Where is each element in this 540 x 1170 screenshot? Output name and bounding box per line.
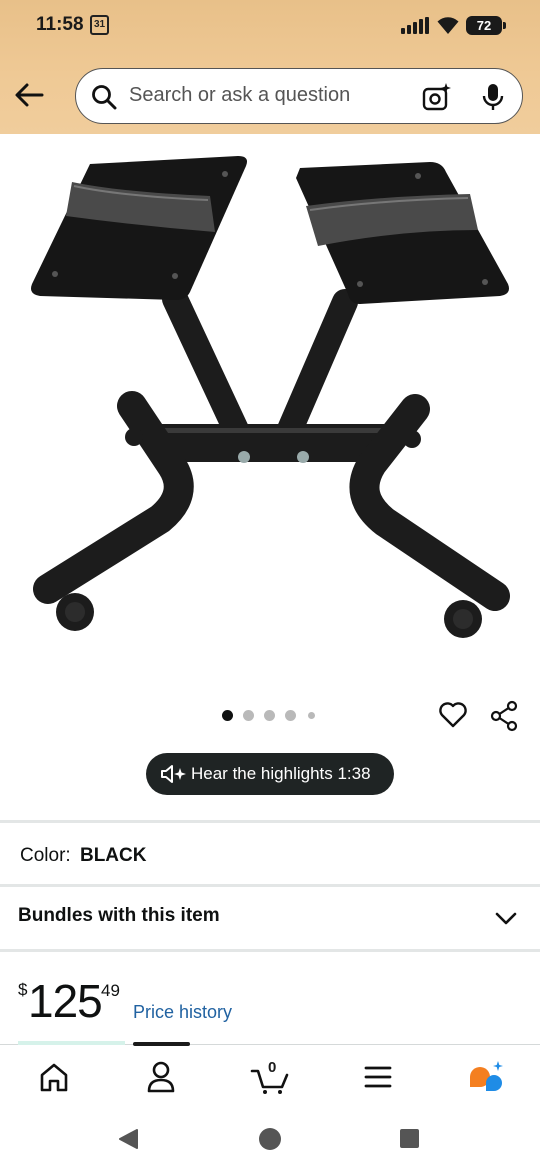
section-divider — [0, 949, 540, 952]
cart-count-badge: 0 — [268, 1059, 277, 1076]
color-value: BLACK — [79, 845, 147, 866]
status-bar: 11:58 31 72 — [0, 0, 540, 52]
calendar-icon: 31 — [90, 15, 109, 35]
product-image[interactable] — [0, 134, 540, 694]
active-tab-indicator — [133, 1042, 190, 1046]
carousel-dot-active[interactable] — [222, 710, 233, 721]
system-recents-icon[interactable] — [399, 1128, 420, 1149]
battery-indicator: 72 — [466, 16, 506, 35]
price-whole: 125 — [28, 975, 103, 1027]
price-display: $ 125 49 Price history — [16, 972, 416, 1032]
system-home-icon[interactable] — [258, 1127, 282, 1151]
home-icon[interactable] — [32, 1059, 76, 1095]
price-history-link[interactable]: Price history — [133, 1002, 232, 1023]
signal-icon — [401, 17, 429, 34]
back-arrow-icon[interactable] — [12, 78, 46, 112]
account-icon[interactable] — [139, 1059, 183, 1095]
section-divider — [0, 884, 540, 887]
wifi-icon — [437, 17, 459, 34]
search-icon — [92, 85, 117, 110]
partial-green-tab — [18, 1041, 125, 1045]
color-selector[interactable]: Color: BLACK — [20, 845, 146, 867]
speaker-sparkle-icon — [161, 765, 186, 783]
microphone-icon[interactable] — [481, 82, 505, 112]
carousel-dot[interactable] — [243, 710, 254, 721]
chevron-down-icon — [495, 912, 517, 925]
share-icon[interactable] — [490, 700, 520, 732]
carousel-dot[interactable] — [285, 710, 296, 721]
hear-highlights-label: Hear the highlights 1:38 — [191, 764, 371, 783]
search-input[interactable]: Search or ask a question — [75, 68, 523, 124]
system-navigation-bar — [0, 1108, 540, 1170]
color-label: Color: — [20, 845, 71, 866]
bundles-label: Bundles with this item — [18, 905, 220, 926]
price-currency: $ — [18, 980, 28, 999]
bundles-accordion[interactable]: Bundles with this item — [0, 888, 540, 948]
search-placeholder: Search or ask a question — [129, 84, 351, 106]
menu-icon[interactable] — [356, 1059, 400, 1095]
hear-highlights-button[interactable]: Hear the highlights 1:38 — [146, 753, 394, 795]
bottom-nav: 0 — [0, 1041, 540, 1108]
section-divider — [0, 820, 540, 823]
carousel-dot[interactable] — [264, 710, 275, 721]
rufus-icon[interactable] — [464, 1059, 508, 1095]
heart-icon[interactable] — [438, 700, 468, 730]
carousel-dot[interactable] — [308, 712, 315, 719]
camera-lens-icon[interactable] — [422, 82, 452, 112]
status-time: 11:58 — [36, 14, 84, 35]
app-header: 11:58 31 72 Search or ask a question — [0, 0, 540, 134]
system-back-icon[interactable] — [117, 1128, 139, 1150]
price-fraction: 49 — [101, 981, 120, 1000]
